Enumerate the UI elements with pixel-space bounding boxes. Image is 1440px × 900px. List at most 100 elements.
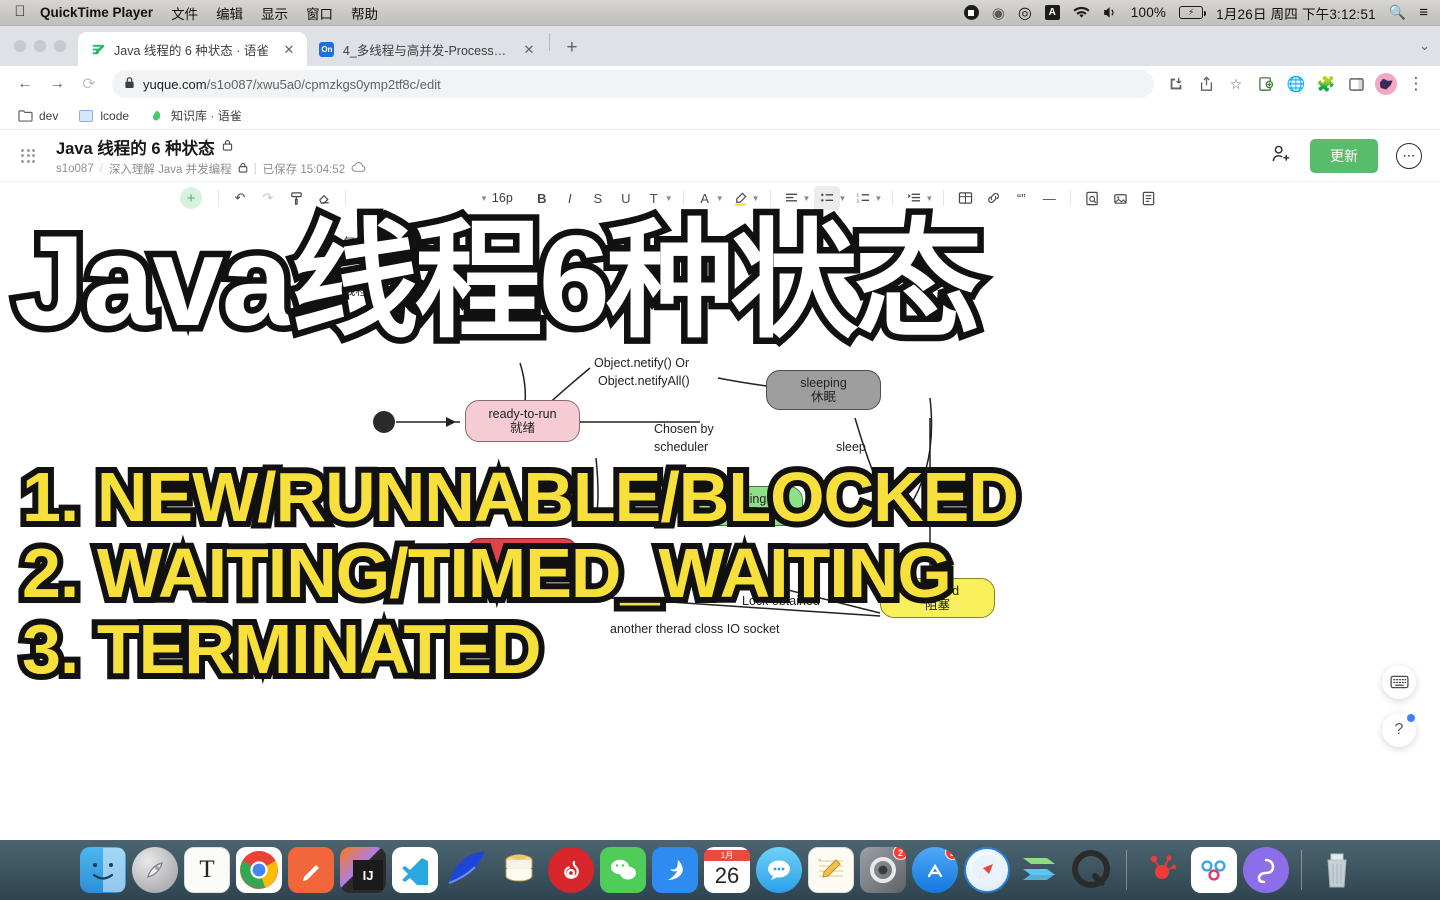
- reload-button[interactable]: ⟳: [74, 69, 104, 99]
- bookmark-yuque-kb[interactable]: 知识库 · 语雀: [142, 104, 249, 127]
- dock-item-wechat[interactable]: [600, 847, 646, 893]
- font-color-chevron-down-icon[interactable]: ▼: [716, 194, 724, 203]
- strikethrough-button[interactable]: S: [585, 186, 611, 210]
- menubar-app-name[interactable]: QuickTime Player: [40, 5, 153, 20]
- forward-button[interactable]: →: [42, 69, 72, 99]
- indent-chevron-down-icon[interactable]: ▼: [925, 194, 933, 203]
- number-list-icon[interactable]: 12: [850, 186, 876, 210]
- input-source-icon[interactable]: A: [1044, 5, 1060, 20]
- dock-item-typora[interactable]: T: [184, 847, 230, 893]
- dock-item-navicat[interactable]: [496, 847, 542, 893]
- address-bar[interactable]: yuque.com/s1o087/xwu5a0/cpmzkgs0ymp2tf8c…: [112, 70, 1154, 98]
- sidepanel-icon[interactable]: [1342, 70, 1370, 98]
- text-highlight-button[interactable]: T: [641, 186, 667, 210]
- dock-item-notes[interactable]: “: [808, 847, 854, 893]
- dock-item-safari[interactable]: [964, 847, 1010, 893]
- install-icon[interactable]: [1162, 70, 1190, 98]
- menu-window[interactable]: 窗口: [306, 3, 333, 23]
- dock-item-postman[interactable]: [288, 847, 334, 893]
- clear-format-icon[interactable]: [311, 186, 337, 210]
- dock-item-google-chrome[interactable]: [236, 847, 282, 893]
- dock-item-trash[interactable]: [1314, 847, 1360, 893]
- insert-block-button[interactable]: +: [180, 187, 202, 209]
- bookmark-star-icon[interactable]: ☆: [1222, 70, 1250, 98]
- image-icon[interactable]: [1107, 186, 1133, 210]
- menu-file[interactable]: 文件: [171, 3, 198, 23]
- menu-edit[interactable]: 编辑: [216, 3, 243, 23]
- dock-item-wps[interactable]: [1243, 847, 1289, 893]
- back-button[interactable]: ←: [10, 69, 40, 99]
- horizontal-rule-icon[interactable]: —: [1036, 186, 1062, 210]
- dock-item-calendar[interactable]: 1月 26: [704, 847, 750, 893]
- control-center-icon[interactable]: ≡: [1419, 4, 1428, 21]
- help-question-icon[interactable]: ?: [1382, 713, 1416, 747]
- undo-button[interactable]: ↶: [227, 186, 253, 210]
- extensions-puzzle-icon[interactable]: 🧩: [1312, 70, 1340, 98]
- align-icon[interactable]: [779, 186, 805, 210]
- dock-item-launchpad[interactable]: [132, 847, 178, 893]
- adobe-creative-cloud-icon[interactable]: ◉: [992, 4, 1005, 22]
- battery-charging-icon[interactable]: ⚡: [1179, 6, 1207, 19]
- align-chevron-down-icon[interactable]: ▼: [803, 194, 811, 203]
- window-traffic-lights[interactable]: [6, 26, 78, 66]
- marker-chevron-down-icon[interactable]: ▼: [752, 194, 760, 203]
- dock-item-system-preferences[interactable]: 2: [860, 847, 906, 893]
- minimize-window-button[interactable]: [34, 40, 46, 52]
- menubar-clock[interactable]: 1月26日 周四 下午3:12:51: [1216, 3, 1376, 23]
- share-icon[interactable]: [1192, 70, 1220, 98]
- dock-item-netease-music[interactable]: [548, 847, 594, 893]
- browser-tab-1[interactable]: Java 线程的 6 种状态 · 语雀 ✕: [78, 32, 307, 66]
- security-icon[interactable]: ◎: [1018, 3, 1032, 23]
- toc-icon[interactable]: [1135, 186, 1161, 210]
- format-painter-icon[interactable]: [283, 186, 309, 210]
- menu-kebab-icon[interactable]: ⋮: [1402, 70, 1430, 98]
- dock-item-messages[interactable]: [756, 847, 802, 893]
- keyboard-shortcut-icon[interactable]: [1382, 665, 1416, 699]
- dock-item-xmind-zen[interactable]: [1139, 847, 1185, 893]
- wifi-icon[interactable]: [1073, 6, 1090, 19]
- bullet-list-chevron-down-icon[interactable]: ▼: [838, 194, 846, 203]
- site-lock-icon[interactable]: [124, 76, 135, 92]
- browser-tab-1-close-icon[interactable]: ✕: [281, 43, 297, 56]
- dock-item-intellij-idea[interactable]: IJ: [340, 847, 386, 893]
- bold-button[interactable]: B: [529, 186, 555, 210]
- bookmark-dev[interactable]: dev: [10, 105, 65, 127]
- volume-icon[interactable]: [1103, 6, 1118, 19]
- breadcrumb-book[interactable]: 深入理解 Java 并发编程: [109, 161, 232, 177]
- table-icon[interactable]: [952, 186, 978, 210]
- dock-item-wireshark[interactable]: [444, 847, 490, 893]
- browser-tab-2-close-icon[interactable]: ✕: [521, 43, 537, 56]
- profile-avatar[interactable]: [1372, 70, 1400, 98]
- quote-icon[interactable]: “”: [1008, 186, 1034, 210]
- more-options-icon[interactable]: ⋯: [1396, 142, 1422, 169]
- breadcrumb-user[interactable]: s1o087: [56, 163, 94, 175]
- indent-list-icon[interactable]: [901, 186, 927, 210]
- new-tab-button[interactable]: +: [558, 34, 586, 62]
- highlight-chevron-down-icon[interactable]: ▼: [665, 194, 673, 203]
- bullet-list-icon[interactable]: [814, 186, 841, 210]
- font-color-button[interactable]: A: [692, 186, 718, 210]
- dock-item-visual-studio-code[interactable]: [392, 847, 438, 893]
- font-size-value[interactable]: 16p: [492, 191, 513, 205]
- dock-item-quicktime-player[interactable]: [1068, 847, 1114, 893]
- globe-icon[interactable]: 🌐: [1282, 70, 1310, 98]
- apple-logo-icon[interactable]: : [0, 4, 40, 21]
- link-icon[interactable]: [980, 186, 1006, 210]
- app-grid-icon[interactable]: [0, 148, 56, 163]
- dock-item-app-store[interactable]: 5: [912, 847, 958, 893]
- invite-user-icon[interactable]: [1271, 144, 1292, 168]
- dock-item-mindmanager[interactable]: [1191, 847, 1237, 893]
- menu-view[interactable]: 显示: [261, 3, 288, 23]
- spotlight-search-icon[interactable]: 🔍: [1389, 4, 1406, 21]
- redo-button[interactable]: ↷: [255, 186, 281, 210]
- italic-button[interactable]: I: [557, 186, 583, 210]
- menu-help[interactable]: 帮助: [351, 3, 378, 23]
- dock-item-xmind[interactable]: [1016, 847, 1062, 893]
- browser-tab-2[interactable]: On 4_多线程与高并发-ProcessOn ✕: [307, 32, 547, 66]
- update-button[interactable]: 更新: [1310, 138, 1378, 173]
- maximize-window-button[interactable]: [54, 40, 66, 52]
- tab-search-chevron-down-icon[interactable]: ⌄: [1419, 38, 1430, 54]
- screen-record-icon[interactable]: [963, 5, 979, 20]
- dock-item-dingtalk[interactable]: [652, 847, 698, 893]
- font-size-chevron-down-icon[interactable]: ▼: [480, 194, 488, 203]
